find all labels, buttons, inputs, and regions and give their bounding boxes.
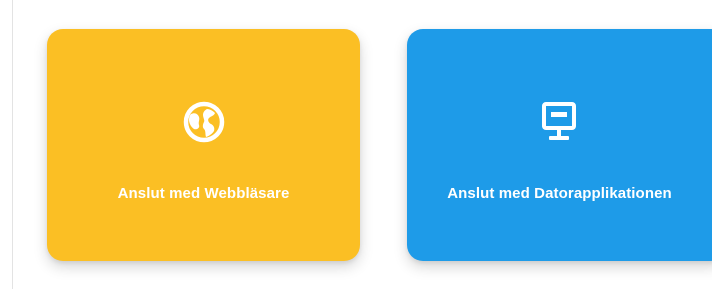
connect-desktop-app-label: Anslut med Datorapplikationen (447, 185, 672, 202)
connect-options-page: Anslut med Webbläsare Anslut med Datorap… (0, 0, 712, 289)
globe-icon (178, 96, 230, 148)
monitor-icon (533, 96, 585, 148)
connect-browser-label: Anslut med Webbläsare (117, 185, 290, 202)
connect-desktop-app-card[interactable]: Anslut med Datorapplikationen (407, 29, 712, 261)
left-divider (12, 0, 13, 289)
connect-browser-card[interactable]: Anslut med Webbläsare (47, 29, 360, 261)
